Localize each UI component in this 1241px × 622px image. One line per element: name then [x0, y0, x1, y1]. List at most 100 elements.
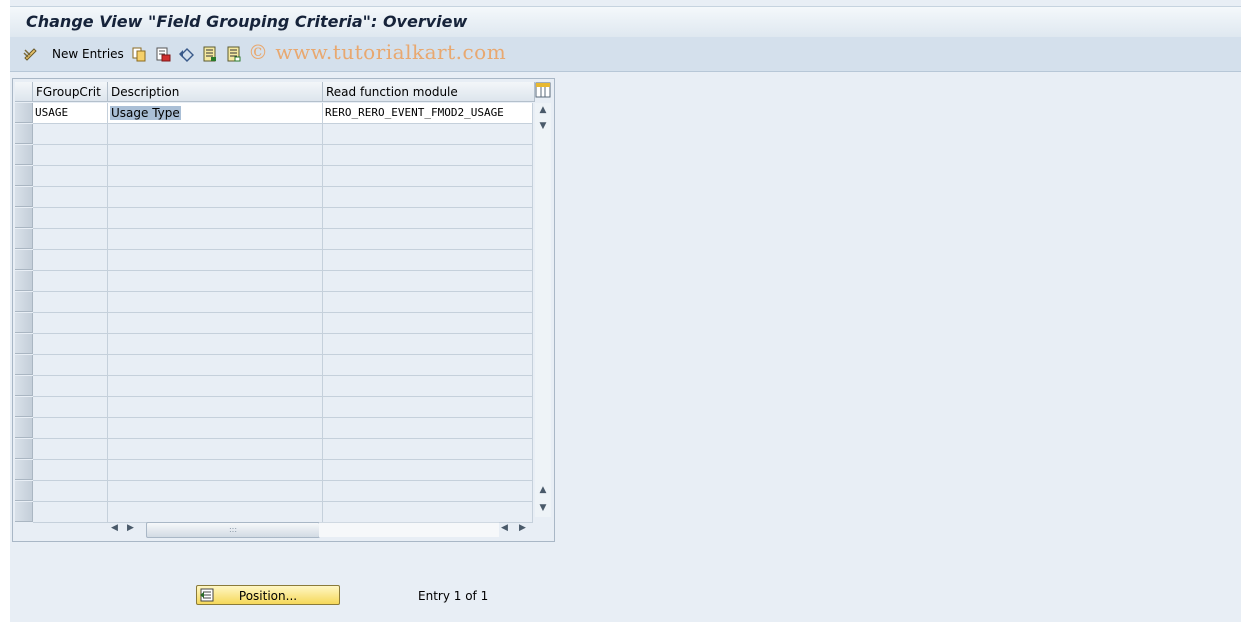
cell-read-function-module[interactable]: [323, 397, 533, 418]
cell-description[interactable]: [108, 418, 323, 439]
scroll-page-up-icon[interactable]: ▲: [535, 483, 551, 497]
cell-fgroupcrit[interactable]: [33, 124, 108, 145]
row-selector[interactable]: [15, 145, 33, 165]
table-row[interactable]: [15, 460, 533, 481]
undo-change-button[interactable]: [178, 44, 196, 64]
cell-fgroupcrit[interactable]: [33, 439, 108, 460]
row-selector[interactable]: [15, 229, 33, 249]
table-row[interactable]: [15, 376, 533, 397]
cell-fgroupcrit[interactable]: [33, 397, 108, 418]
delete-button[interactable]: [155, 44, 171, 64]
cell-fgroupcrit[interactable]: [33, 166, 108, 187]
cell-fgroupcrit[interactable]: USAGE: [33, 103, 108, 124]
cell-fgroupcrit[interactable]: [33, 502, 108, 523]
scroll-right-icon-right-pane[interactable]: ▶: [519, 523, 526, 539]
column-header-description[interactable]: Description: [108, 82, 323, 102]
row-selector[interactable]: [15, 334, 33, 354]
cell-fgroupcrit[interactable]: [33, 481, 108, 502]
cell-fgroupcrit[interactable]: [33, 271, 108, 292]
cell-fgroupcrit[interactable]: [33, 376, 108, 397]
cell-description[interactable]: [108, 208, 323, 229]
cell-description[interactable]: [108, 439, 323, 460]
copy-button[interactable]: [131, 44, 147, 64]
cell-description[interactable]: [108, 229, 323, 250]
cell-read-function-module[interactable]: [323, 124, 533, 145]
vertical-scrollbar[interactable]: ▲ ▼ ▲ ▼: [535, 103, 551, 517]
scroll-page-down-icon[interactable]: ▼: [535, 501, 551, 515]
cell-fgroupcrit[interactable]: [33, 208, 108, 229]
cell-description[interactable]: [108, 355, 323, 376]
cell-fgroupcrit[interactable]: [33, 313, 108, 334]
scroll-down-icon[interactable]: ▼: [535, 119, 551, 133]
scroll-right-icon[interactable]: ▶: [127, 523, 134, 539]
cell-fgroupcrit[interactable]: [33, 418, 108, 439]
cell-description[interactable]: [108, 124, 323, 145]
column-header-read-function-module[interactable]: Read function module: [323, 82, 535, 102]
cell-read-function-module[interactable]: [323, 208, 533, 229]
cell-description[interactable]: [108, 481, 323, 502]
row-selector[interactable]: [15, 208, 33, 228]
table-row[interactable]: [15, 229, 533, 250]
scroll-left-icon-right-pane[interactable]: ◀: [501, 523, 508, 539]
cell-read-function-module[interactable]: [323, 502, 533, 523]
cell-read-function-module[interactable]: [323, 271, 533, 292]
row-selector[interactable]: [15, 292, 33, 312]
row-selector[interactable]: [15, 271, 33, 291]
cell-fgroupcrit[interactable]: [33, 334, 108, 355]
edit-toggle-button[interactable]: [22, 44, 40, 64]
table-row[interactable]: [15, 313, 533, 334]
row-selector[interactable]: [15, 376, 33, 396]
table-row[interactable]: [15, 397, 533, 418]
cell-fgroupcrit[interactable]: [33, 145, 108, 166]
cell-description[interactable]: [108, 250, 323, 271]
cell-read-function-module[interactable]: [323, 313, 533, 334]
row-selector[interactable]: [15, 502, 33, 522]
cell-read-function-module[interactable]: [323, 439, 533, 460]
new-entries-button[interactable]: New Entries: [52, 44, 124, 64]
cell-fgroupcrit[interactable]: [33, 355, 108, 376]
cell-description[interactable]: [108, 313, 323, 334]
cell-read-function-module[interactable]: [323, 334, 533, 355]
cell-fgroupcrit[interactable]: [33, 460, 108, 481]
table-row[interactable]: [15, 208, 533, 229]
cell-description[interactable]: [108, 334, 323, 355]
table-row[interactable]: [15, 439, 533, 460]
cell-description[interactable]: [108, 397, 323, 418]
row-selector[interactable]: [15, 418, 33, 438]
row-selector[interactable]: [15, 103, 33, 123]
row-selector[interactable]: [15, 250, 33, 270]
cell-read-function-module[interactable]: [323, 187, 533, 208]
table-row[interactable]: [15, 334, 533, 355]
cell-fgroupcrit[interactable]: [33, 229, 108, 250]
cell-description[interactable]: [108, 376, 323, 397]
cell-read-function-module[interactable]: [323, 166, 533, 187]
table-row[interactable]: [15, 271, 533, 292]
table-row[interactable]: [15, 502, 533, 523]
table-row[interactable]: [15, 124, 533, 145]
table-row[interactable]: [15, 145, 533, 166]
table-row[interactable]: [15, 166, 533, 187]
table-row[interactable]: [15, 187, 533, 208]
cell-read-function-module[interactable]: [323, 376, 533, 397]
cell-description[interactable]: [108, 187, 323, 208]
cell-fgroupcrit[interactable]: [33, 187, 108, 208]
table-row[interactable]: USAGE Usage Type RERO_RERO_EVENT_FMOD2_USA…: [15, 103, 533, 124]
row-selector[interactable]: [15, 187, 33, 207]
row-selector[interactable]: [15, 481, 33, 501]
horizontal-scroll-track[interactable]: [319, 522, 499, 537]
horizontal-scroll-thumb[interactable]: :::: [146, 522, 320, 538]
column-header-fgroupcrit[interactable]: FGroupCrit: [33, 82, 108, 102]
select-all-button[interactable]: [202, 44, 218, 64]
table-row[interactable]: [15, 250, 533, 271]
cell-description[interactable]: [108, 292, 323, 313]
select-all-rows-corner[interactable]: [15, 82, 33, 102]
cell-read-function-module[interactable]: [323, 460, 533, 481]
cell-read-function-module[interactable]: RERO_RERO_EVENT_FMOD2_USAGE: [323, 103, 533, 124]
table-settings-icon[interactable]: [535, 82, 551, 98]
cell-read-function-module[interactable]: [323, 292, 533, 313]
position-button[interactable]: Position...: [196, 585, 340, 605]
cell-description[interactable]: [108, 166, 323, 187]
row-selector[interactable]: [15, 124, 33, 144]
table-row[interactable]: [15, 418, 533, 439]
table-row[interactable]: [15, 355, 533, 376]
